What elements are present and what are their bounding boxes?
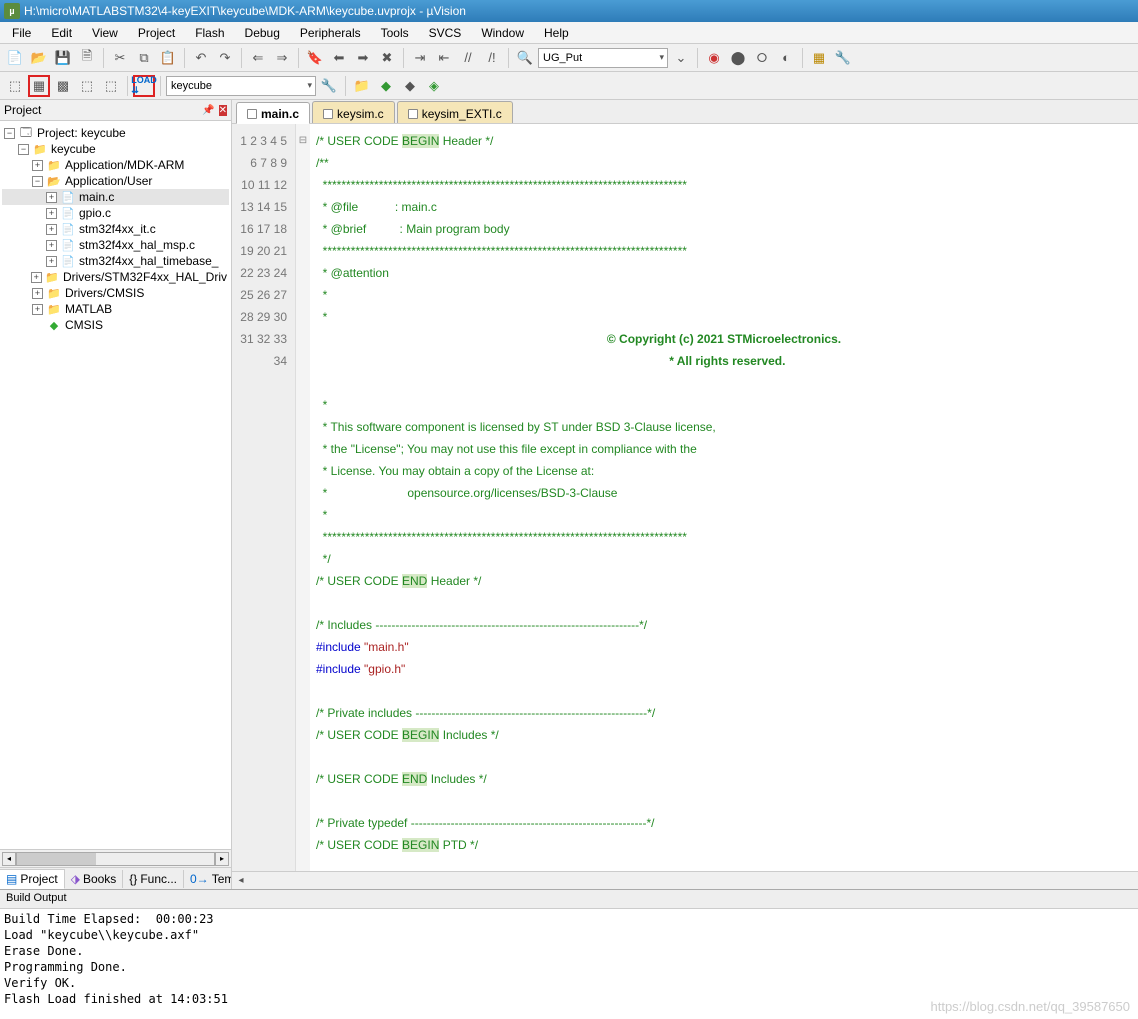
bookmark-next-button[interactable]: ➡ — [352, 47, 374, 69]
left-tabs: ▤Project ⬗Books {}Func... 0→Temp... — [0, 867, 231, 889]
tree-group-user[interactable]: −📂Application/User — [2, 173, 229, 189]
kill-breakpoint-button[interactable]: ⭘ — [751, 47, 773, 69]
disable-breakpoint-button[interactable]: ◐ — [775, 47, 797, 69]
menu-project[interactable]: Project — [128, 24, 185, 42]
tree-file-it[interactable]: +📄stm32f4xx_it.c — [2, 221, 229, 237]
bookmark-clear-button[interactable]: ✖ — [376, 47, 398, 69]
editor-tabs: main.c keysim.c keysim_EXTI.c — [232, 100, 1138, 124]
toolbar-main: 📄 📂 💾 🗎 ✂ ⧉ 📋 ↶ ↷ ⇐ ⇒ 🔖 ⬅ ➡ ✖ ⇥ ⇤ // /! … — [0, 44, 1138, 72]
menu-svcs[interactable]: SVCS — [419, 24, 472, 42]
menubar: File Edit View Project Flash Debug Perip… — [0, 22, 1138, 44]
paste-button[interactable]: 📋 — [157, 47, 179, 69]
menu-edit[interactable]: Edit — [41, 24, 82, 42]
menu-debug[interactable]: Debug — [235, 24, 290, 42]
tree-file-main[interactable]: +📄main.c — [2, 189, 229, 205]
tab-books[interactable]: ⬗Books — [65, 870, 124, 888]
tab-templates[interactable]: 0→Temp... — [184, 870, 231, 888]
build-output[interactable]: Build Time Elapsed: 00:00:23 Load "keycu… — [0, 909, 1138, 1019]
debug-button[interactable]: ◉ — [703, 47, 725, 69]
menu-file[interactable]: File — [2, 24, 41, 42]
titlebar: µ H:\micro\MATLABSTM32\4-keyEXIT\keycube… — [0, 0, 1138, 22]
build-output-header: Build Output — [0, 889, 1138, 909]
new-button[interactable]: 📄 — [4, 47, 26, 69]
file-icon — [247, 109, 257, 119]
save-all-button[interactable]: 🗎 — [76, 47, 98, 69]
cut-button[interactable]: ✂ — [109, 47, 131, 69]
translate-button[interactable]: ⬚ — [4, 75, 26, 97]
pin-icon[interactable]: 📌 — [202, 105, 214, 116]
menu-help[interactable]: Help — [534, 24, 579, 42]
line-gutter: 1 2 3 4 5 6 7 8 9 10 11 12 13 14 15 16 1… — [232, 124, 296, 871]
unindent-button[interactable]: ⇤ — [433, 47, 455, 69]
tree-file-msp[interactable]: +📄stm32f4xx_hal_msp.c — [2, 237, 229, 253]
app-icon: µ — [4, 3, 20, 19]
find-combo[interactable]: UG_Put — [538, 48, 668, 68]
editor-tab-keysim[interactable]: keysim.c — [312, 101, 395, 123]
toolbar-build: ⬚ ▦ ▩ ⬚ ⬚ LOAD⇊ keycube 🔧 📁 ◆ ◆ ◈ — [0, 72, 1138, 100]
tree-group-cmsisdriver[interactable]: +📁Drivers/CMSIS — [2, 285, 229, 301]
nav-fwd-button[interactable]: ⇒ — [271, 47, 293, 69]
close-panel-button[interactable]: ✕ — [219, 105, 227, 116]
menu-window[interactable]: Window — [471, 24, 534, 42]
manage-rte-button[interactable]: ◆ — [375, 75, 397, 97]
save-button[interactable]: 💾 — [52, 47, 74, 69]
target-options-button[interactable]: 🔧 — [318, 75, 340, 97]
menu-flash[interactable]: Flash — [185, 24, 234, 42]
download-button[interactable]: LOAD⇊ — [133, 75, 155, 97]
tree-file-timebase[interactable]: +📄stm32f4xx_hal_timebase_ — [2, 253, 229, 269]
tree-group-mdkarm[interactable]: +📁Application/MDK-ARM — [2, 157, 229, 173]
tree-target[interactable]: −📁keycube — [2, 141, 229, 157]
config-button[interactable]: 🔧 — [832, 47, 854, 69]
project-tree[interactable]: −🗔Project: keycube −📁keycube +📁Applicati… — [0, 121, 231, 849]
bookmark-prev-button[interactable]: ⬅ — [328, 47, 350, 69]
window-title: H:\micro\MATLABSTM32\4-keyEXIT\keycube\M… — [24, 4, 466, 18]
open-button[interactable]: 📂 — [28, 47, 50, 69]
indent-button[interactable]: ⇥ — [409, 47, 431, 69]
select-packs-button[interactable]: ◆ — [399, 75, 421, 97]
code-editor[interactable]: 1 2 3 4 5 6 7 8 9 10 11 12 13 14 15 16 1… — [232, 124, 1138, 871]
nav-back-button[interactable]: ⇐ — [247, 47, 269, 69]
pack-installer-button[interactable]: ◈ — [423, 75, 445, 97]
file-icon — [323, 109, 333, 119]
copy-button[interactable]: ⧉ — [133, 47, 155, 69]
tab-functions[interactable]: {}Func... — [123, 870, 184, 888]
rebuild-button[interactable]: ▩ — [52, 75, 74, 97]
fold-gutter[interactable]: ⊟ — [296, 124, 310, 871]
editor-hscroll[interactable]: ◂ — [232, 871, 1138, 889]
find-button[interactable]: 🔍 — [514, 47, 536, 69]
tree-group-haldriver[interactable]: +📁Drivers/STM32F4xx_HAL_Driv — [2, 269, 229, 285]
uncomment-button[interactable]: /! — [481, 47, 503, 69]
watermark: https://blog.csdn.net/qq_39587650 — [931, 999, 1131, 1015]
insert-breakpoint-button[interactable]: ⬤ — [727, 47, 749, 69]
build-button[interactable]: ▦ — [28, 75, 50, 97]
stop-build-button[interactable]: ⬚ — [100, 75, 122, 97]
tree-hscroll[interactable]: ◂▸ — [0, 849, 231, 867]
menu-view[interactable]: View — [82, 24, 128, 42]
tree-group-cmsis[interactable]: ◆CMSIS — [2, 317, 229, 333]
editor-tab-main[interactable]: main.c — [236, 102, 310, 124]
code-area[interactable]: /* USER CODE BEGIN Header */ /** *******… — [310, 124, 1138, 871]
menu-tools[interactable]: Tools — [371, 24, 419, 42]
tree-root[interactable]: −🗔Project: keycube — [2, 125, 229, 141]
target-combo[interactable]: keycube — [166, 76, 316, 96]
tab-project[interactable]: ▤Project — [0, 869, 65, 889]
file-icon — [408, 109, 418, 119]
tree-group-matlab[interactable]: +📁MATLAB — [2, 301, 229, 317]
batch-build-button[interactable]: ⬚ — [76, 75, 98, 97]
editor-tab-keysim-exti[interactable]: keysim_EXTI.c — [397, 101, 513, 123]
find-next-button[interactable]: ⌄ — [670, 47, 692, 69]
menu-peripherals[interactable]: Peripherals — [290, 24, 371, 42]
project-panel-title: Project — [4, 103, 41, 117]
comment-button[interactable]: // — [457, 47, 479, 69]
undo-button[interactable]: ↶ — [190, 47, 212, 69]
manage-project-button[interactable]: 📁 — [351, 75, 373, 97]
redo-button[interactable]: ↷ — [214, 47, 236, 69]
project-panel-header: Project 📌 ✕ — [0, 100, 231, 121]
tree-file-gpio[interactable]: +📄gpio.c — [2, 205, 229, 221]
bookmark-toggle-button[interactable]: 🔖 — [304, 47, 326, 69]
project-window-button[interactable]: ▦ — [808, 47, 830, 69]
